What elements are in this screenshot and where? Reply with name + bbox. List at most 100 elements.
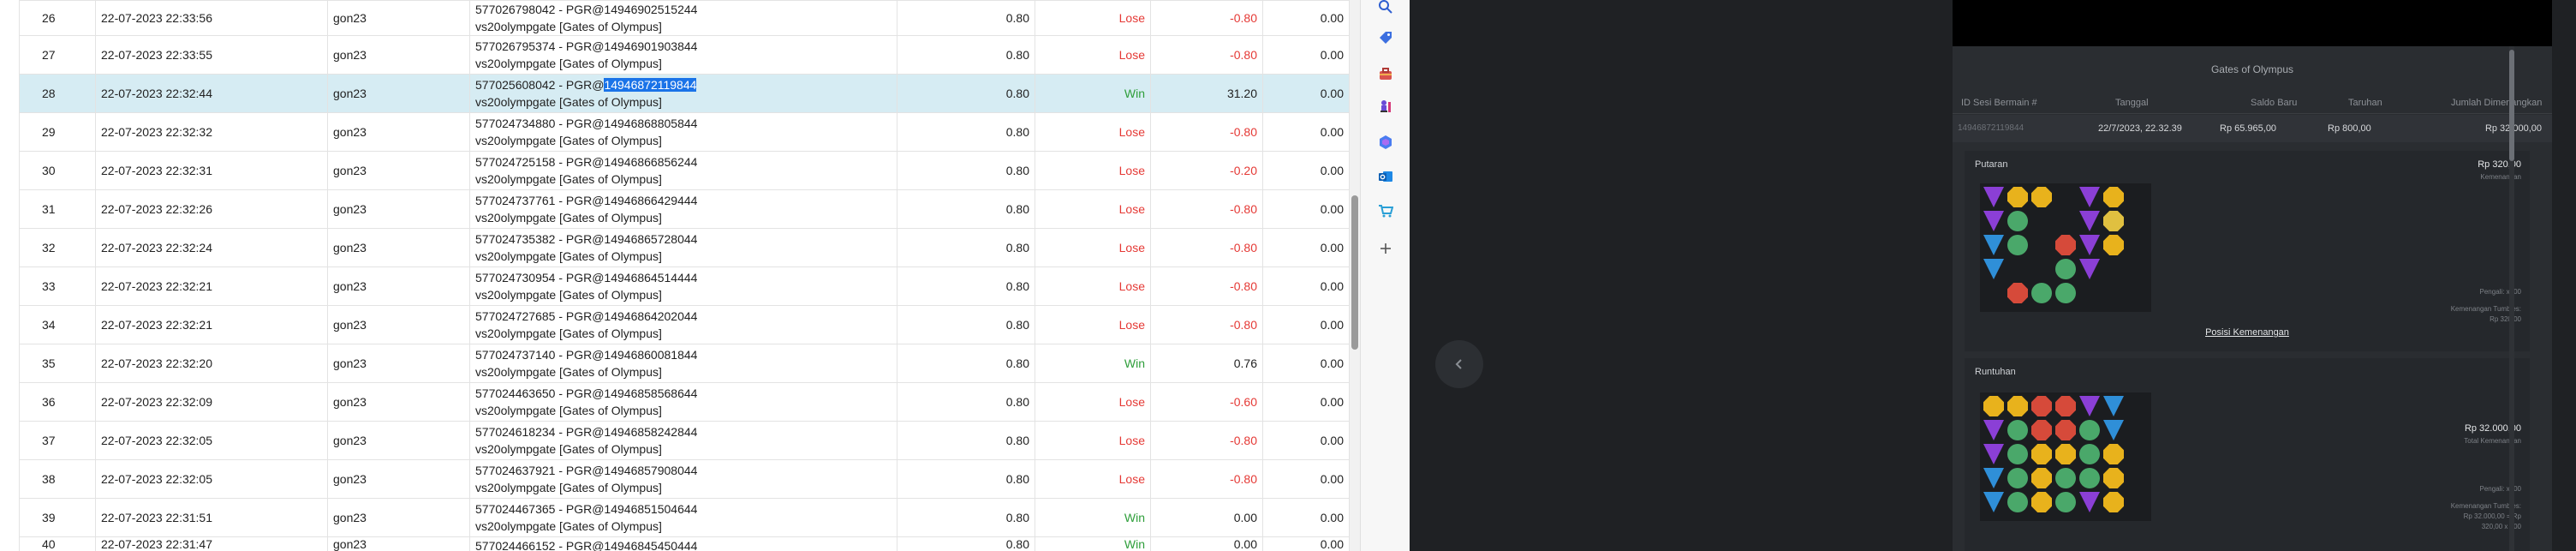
desc-line-2: vs20olympgate [Gates of Olympus] (475, 20, 662, 33)
row-date: 22-07-2023 22:32:05 (95, 421, 328, 460)
row-number: 39 (19, 498, 96, 537)
row-bet: 0.80 (897, 344, 1035, 383)
desc-line-2: vs20olympgate [Gates of Olympus] (475, 442, 662, 456)
gem-symbol-icon (1983, 396, 2004, 416)
row-win-amount: -0.60 (1150, 382, 1263, 422)
table-row[interactable]: 33 22-07-2023 22:32:21 gon23 577024730954 -… (19, 267, 1350, 306)
row-bet: 0.80 (897, 228, 1035, 267)
table-row[interactable]: 39 22-07-2023 22:31:51 gon23 577024467365 -… (19, 498, 1350, 537)
back-button[interactable] (1435, 340, 1483, 388)
row-balance: 0.00 (1262, 228, 1350, 267)
winning-position-link[interactable]: Posisi Kemenangan (1965, 327, 2530, 338)
row-username: gon23 (327, 267, 470, 306)
table-row[interactable]: 37 22-07-2023 22:32:05 gon23 577024618234 -… (19, 421, 1350, 460)
row-number: 29 (19, 112, 96, 152)
header-date: Tanggal (2115, 98, 2149, 108)
table-row[interactable]: 28 22-07-2023 22:32:44 gon23 577025608042 -… (19, 74, 1350, 113)
table-row[interactable]: 40 22-07-2023 22:31:47 gon23 577024466152 -… (19, 536, 1350, 551)
row-description: 577024725158 - PGR@14946866856244 vs20oly… (469, 151, 897, 190)
table-row[interactable]: 30 22-07-2023 22:32:31 gon23 577024725158 -… (19, 151, 1350, 190)
history-value-row[interactable]: 14946872119844 22/7/2023, 22.32.39 Rp 65… (1953, 115, 2552, 142)
desc-line-1: 577024618234 - PGR@14946858242844 (475, 425, 698, 439)
gem-symbol-icon (2055, 283, 2076, 303)
row-description: 577024737761 - PGR@14946866429444 vs20oly… (469, 189, 897, 229)
row-result: Win (1035, 498, 1151, 537)
row-result: Win (1035, 344, 1151, 383)
table-row[interactable]: 36 22-07-2023 22:32:09 gon23 577024463650 -… (19, 382, 1350, 422)
table-row[interactable]: 32 22-07-2023 22:32:24 gon23 577024735382 -… (19, 228, 1350, 267)
row-balance: 0.00 (1262, 0, 1350, 36)
value-balance: Rp 65.965,00 (2220, 123, 2277, 134)
gem-symbol-icon (2007, 283, 2028, 303)
row-number: 35 (19, 344, 96, 383)
shopping-cart-icon[interactable] (1375, 201, 1396, 221)
gem-symbol-icon (2031, 187, 2052, 207)
gem-symbol-icon (2007, 492, 2028, 512)
row-username: gon23 (327, 344, 470, 383)
gem-symbol-icon (2103, 420, 2124, 440)
gem-symbol-icon (2007, 420, 2028, 440)
gem-symbol-icon (1983, 235, 2004, 255)
row-number: 36 (19, 382, 96, 422)
gem-symbol-icon (1983, 420, 2004, 440)
table-scrollbar-thumb[interactable] (1351, 195, 1358, 350)
table-row[interactable]: 29 22-07-2023 22:32:32 gon23 577024734880 -… (19, 112, 1350, 152)
row-balance: 0.00 (1262, 305, 1350, 344)
row-bet: 0.80 (897, 267, 1035, 306)
plus-icon[interactable] (1375, 238, 1396, 259)
desc-line-1: 577024730954 - PGR@14946864514444 (475, 271, 698, 284)
row-win-amount: 0.00 (1150, 536, 1263, 551)
outlook-icon[interactable] (1375, 166, 1396, 187)
toolbox-icon[interactable] (1375, 63, 1396, 84)
desc-line-2: vs20olympgate [Gates of Olympus] (475, 326, 662, 340)
game-title: Gates of Olympus (2210, 63, 2294, 75)
table-row[interactable]: 35 22-07-2023 22:32:20 gon23 577024737140 -… (19, 344, 1350, 383)
gem-symbol-icon (2079, 444, 2100, 464)
gem-symbol-icon (2055, 259, 2076, 279)
gem-symbol-icon (2007, 444, 2028, 464)
spin-section: Putaran Rp 320,00 Kemenangan Pengali: x1… (1965, 151, 2530, 351)
row-date: 22-07-2023 22:32:21 (95, 305, 328, 344)
row-result: Lose (1035, 0, 1151, 36)
row-description: 577024730954 - PGR@14946864514444 vs20oly… (469, 267, 897, 306)
row-description: 577024618234 - PGR@14946858242844 vs20oly… (469, 421, 897, 460)
desc-line-1: 577024727685 - PGR@14946864202044 (475, 309, 698, 323)
gem-symbol-icon (2079, 420, 2100, 440)
table-row[interactable]: 27 22-07-2023 22:33:55 gon23 577026795374 -… (19, 35, 1350, 75)
copilot-icon[interactable] (1375, 132, 1396, 153)
table-row[interactable]: 34 22-07-2023 22:32:21 gon23 577024727685 -… (19, 305, 1350, 344)
panel-scrollbar-thumb[interactable] (2509, 50, 2514, 161)
search-icon[interactable] (1375, 0, 1396, 17)
row-number: 27 (19, 35, 96, 75)
spin-total-value: Rp 320,00 (2490, 315, 2521, 323)
row-result: Lose (1035, 382, 1151, 422)
row-win-amount: -0.80 (1150, 459, 1263, 499)
row-number: 31 (19, 189, 96, 229)
gem-symbol-icon (2007, 187, 2028, 207)
gem-symbol-icon (1983, 492, 2004, 512)
row-number: 32 (19, 228, 96, 267)
row-bet: 0.80 (897, 305, 1035, 344)
row-bet: 0.80 (897, 74, 1035, 113)
selected-text-highlight[interactable]: 14946872119844 (604, 78, 697, 92)
row-date: 22-07-2023 22:32:26 (95, 189, 328, 229)
game-header-bar (1953, 0, 2552, 46)
row-balance: 0.00 (1262, 498, 1350, 537)
row-bet: 0.80 (897, 112, 1035, 152)
gem-symbol-icon (2079, 396, 2100, 416)
row-number: 26 (19, 0, 96, 36)
row-result: Win (1035, 74, 1151, 113)
row-balance: 0.00 (1262, 74, 1350, 113)
table-row[interactable]: 38 22-07-2023 22:32:05 gon23 577024637921 -… (19, 459, 1350, 499)
table-row[interactable]: 26 22-07-2023 22:33:56 gon23 577026798042 -… (19, 0, 1350, 36)
table-row[interactable]: 31 22-07-2023 22:32:26 gon23 577024737761 -… (19, 189, 1350, 229)
gem-symbol-icon (2031, 283, 2052, 303)
row-username: gon23 (327, 305, 470, 344)
tag-icon[interactable] (1375, 27, 1396, 48)
desc-line-2: vs20olympgate [Gates of Olympus] (475, 57, 662, 70)
gem-symbol-icon (2031, 396, 2052, 416)
row-bet: 0.80 (897, 421, 1035, 460)
chess-icon[interactable] (1375, 96, 1396, 117)
value-date: 22/7/2023, 22.32.39 (2098, 123, 2182, 134)
row-bet: 0.80 (897, 189, 1035, 229)
